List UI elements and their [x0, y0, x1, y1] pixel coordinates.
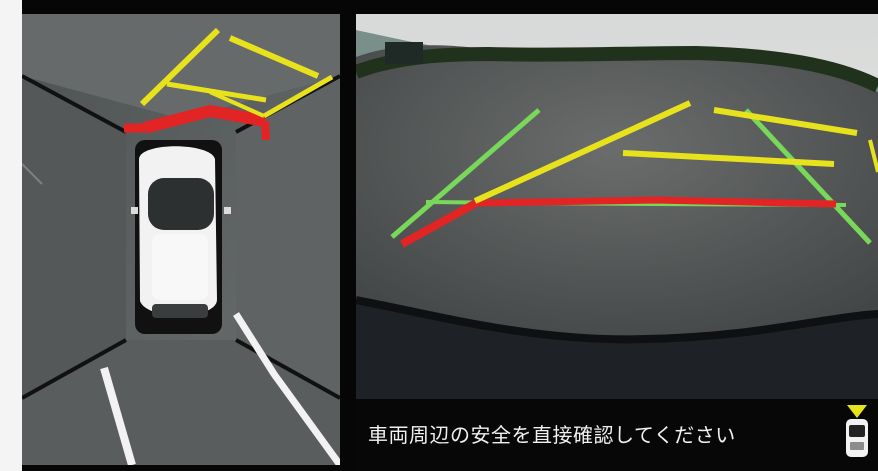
rear-view-scene	[356, 14, 878, 399]
top-view-scene	[22, 14, 340, 465]
rear-view-panel	[356, 14, 878, 399]
top-view-panel	[22, 14, 340, 465]
road-surface	[356, 45, 878, 340]
vehicle-top	[131, 140, 231, 334]
camera-monitor: 車両周辺の安全を直接確認してください	[0, 0, 878, 471]
caption-bar: 車両周辺の安全を直接確認してください	[356, 399, 878, 471]
car-rear-warning-icon	[840, 405, 874, 465]
left-margin	[0, 0, 22, 471]
safety-caption: 車両周辺の安全を直接確認してください	[368, 423, 736, 447]
